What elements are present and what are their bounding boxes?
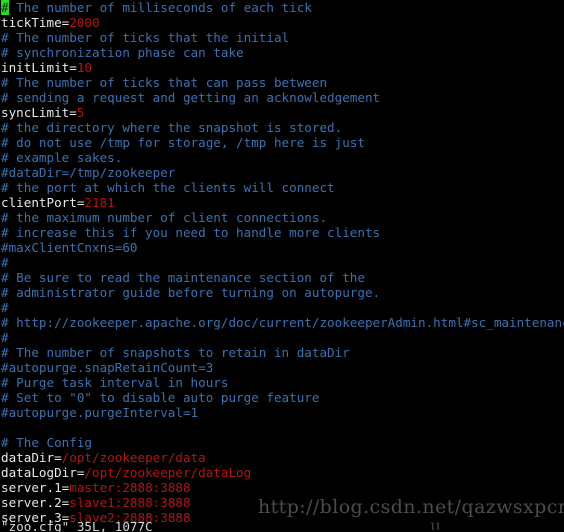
code-line: #dataDir=/tmp/zookeeper xyxy=(0,165,564,180)
config-comment: # administrator guide before turning on … xyxy=(1,285,381,300)
vim-status-line: "zoo.cfg" 35L, 1077C xyxy=(1,519,153,532)
code-line: server.2=slave1:2888:3888 xyxy=(0,495,564,510)
config-key: server.1= xyxy=(1,480,70,495)
config-comment: #autopurge.snapRetainCount=3 xyxy=(1,360,214,375)
terminal-window[interactable]: # The number of milliseconds of each tic… xyxy=(0,0,564,532)
vim-editor-buffer[interactable]: # The number of milliseconds of each tic… xyxy=(0,0,564,525)
config-comment: # the directory where the snapshot is st… xyxy=(1,120,343,135)
code-line: # The number of ticks that the initial xyxy=(0,30,564,45)
config-comment: # the port at which the clients will con… xyxy=(1,180,335,195)
code-line: clientPort=2181 xyxy=(0,195,564,210)
code-line: # The number of snapshots to retain in d… xyxy=(0,345,564,360)
code-line: # xyxy=(0,330,564,345)
config-key: syncLimit= xyxy=(1,105,77,120)
config-comment: # xyxy=(1,255,9,270)
config-key: clientPort= xyxy=(1,195,85,210)
config-comment: # sending a request and getting an ackno… xyxy=(1,90,381,105)
config-key: tickTime= xyxy=(1,15,70,30)
config-comment: # synchronization phase can take xyxy=(1,45,244,60)
config-comment: # The Config xyxy=(1,435,92,450)
config-key: initLimit= xyxy=(1,60,77,75)
config-comment: # Set to "0" to disable auto purge featu… xyxy=(1,390,320,405)
code-line: # Purge task interval in hours xyxy=(0,375,564,390)
code-line: # administrator guide before turning on … xyxy=(0,285,564,300)
config-value: slave1:2888:3888 xyxy=(69,495,191,510)
config-comment: # example sakes. xyxy=(1,150,123,165)
config-comment: # increase this if you need to handle mo… xyxy=(1,225,381,240)
config-comment: # xyxy=(1,330,9,345)
code-line: # increase this if you need to handle mo… xyxy=(0,225,564,240)
code-line: dataDir=/opt/zookeeper/data xyxy=(0,450,564,465)
config-comment: # do not use /tmp for storage, /tmp here… xyxy=(1,135,365,150)
code-line: # Be sure to read the maintenance sectio… xyxy=(0,270,564,285)
config-value: 2181 xyxy=(84,195,115,210)
code-line: # the port at which the clients will con… xyxy=(0,180,564,195)
code-line: #autopurge.purgeInterval=1 xyxy=(0,405,564,420)
config-comment: # The number of snapshots to retain in d… xyxy=(1,345,350,360)
config-comment: # the maximum number of client connectio… xyxy=(1,210,328,225)
code-line: # do not use /tmp for storage, /tmp here… xyxy=(0,135,564,150)
config-comment: #maxClientCnxns=60 xyxy=(1,240,138,255)
config-comment: # Purge task interval in hours xyxy=(1,375,229,390)
config-value: /opt/zookeeper/data xyxy=(61,450,206,465)
code-line: server.1=master:2888:3888 xyxy=(0,480,564,495)
config-comment: # xyxy=(1,300,9,315)
config-comment: The number of milliseconds of each tick xyxy=(8,0,312,15)
code-line: # The Config xyxy=(0,435,564,450)
config-comment: #autopurge.purgeInterval=1 xyxy=(1,405,199,420)
config-comment: # The number of ticks that can pass betw… xyxy=(1,75,328,90)
code-line: # example sakes. xyxy=(0,150,564,165)
code-line: # xyxy=(0,300,564,315)
code-line: # the maximum number of client connectio… xyxy=(0,210,564,225)
code-line: syncLimit=5 xyxy=(0,105,564,120)
code-line: #maxClientCnxns=60 xyxy=(0,240,564,255)
config-comment: # http://zookeeper.apache.org/doc/curren… xyxy=(1,315,564,330)
code-line: #autopurge.snapRetainCount=3 xyxy=(0,360,564,375)
code-line: # Set to "0" to disable auto purge featu… xyxy=(0,390,564,405)
code-line: # xyxy=(0,255,564,270)
config-value: master:2888:3888 xyxy=(69,480,191,495)
code-line: # synchronization phase can take xyxy=(0,45,564,60)
code-line: # The number of milliseconds of each tic… xyxy=(0,0,564,15)
config-value: 5 xyxy=(76,105,85,120)
config-key: dataDir= xyxy=(1,450,62,465)
code-line: # http://zookeeper.apache.org/doc/curren… xyxy=(0,315,564,330)
config-value: 2000 xyxy=(69,15,100,30)
config-key: dataLogDir= xyxy=(1,465,85,480)
config-comment: # Be sure to read the maintenance sectio… xyxy=(1,270,365,285)
config-value: 10 xyxy=(76,60,92,75)
code-line: dataLogDir=/opt/zookeeper/dataLog xyxy=(0,465,564,480)
code-line: initLimit=10 xyxy=(0,60,564,75)
code-line: # the directory where the snapshot is st… xyxy=(0,120,564,135)
config-comment: # The number of ticks that the initial xyxy=(1,30,290,45)
config-value: /opt/zookeeper/dataLog xyxy=(84,465,252,480)
config-key: server.2= xyxy=(1,495,70,510)
code-line: # sending a request and getting an ackno… xyxy=(0,90,564,105)
text-cursor: # xyxy=(1,0,9,15)
code-line: tickTime=2000 xyxy=(0,15,564,30)
code-line: # The number of ticks that can pass betw… xyxy=(0,75,564,90)
config-comment: #dataDir=/tmp/zookeeper xyxy=(1,165,176,180)
